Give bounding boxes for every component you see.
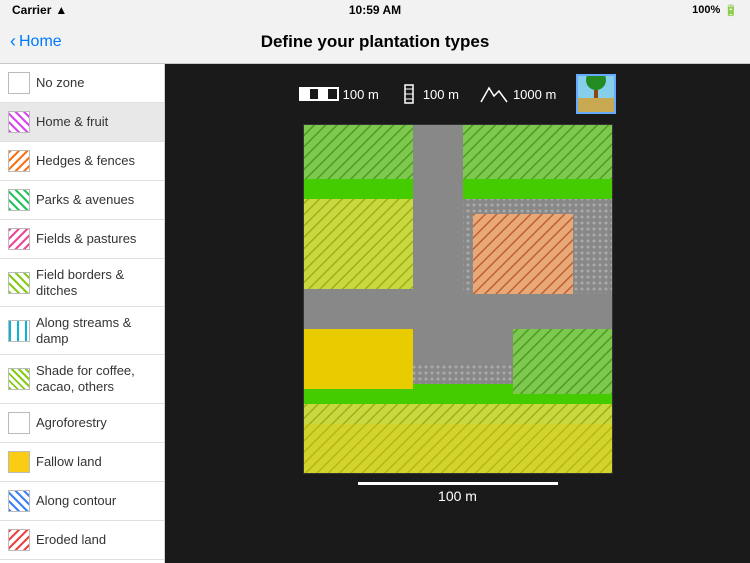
sidebar-label-hedges: Hedges & fences bbox=[36, 153, 135, 169]
swatch-no-zone bbox=[8, 72, 30, 94]
back-chevron-icon: ‹ bbox=[10, 31, 16, 52]
sidebar-item-fallow[interactable]: Fallow land bbox=[0, 443, 164, 482]
sidebar-label-fields: Fields & pastures bbox=[36, 231, 136, 247]
back-label: Home bbox=[19, 33, 62, 51]
swatch-agro bbox=[8, 412, 30, 434]
main-layout: No zone Home & fruit Hedges & fences Par… bbox=[0, 64, 750, 563]
back-button[interactable]: ‹ Home bbox=[10, 31, 62, 52]
bottom-scale-label: 100 m bbox=[438, 488, 477, 504]
sidebar-item-shade[interactable]: Shade for coffee, cacao, others bbox=[0, 355, 164, 403]
rod-icon bbox=[399, 84, 419, 104]
sidebar: No zone Home & fruit Hedges & fences Par… bbox=[0, 64, 165, 563]
nav-bar: ‹ Home Define your plantation types bbox=[0, 20, 750, 64]
map-thumbnail bbox=[576, 74, 616, 114]
sidebar-item-contour[interactable]: Along contour bbox=[0, 482, 164, 521]
sidebar-item-fields[interactable]: Fields & pastures bbox=[0, 220, 164, 259]
map-wrapper[interactable] bbox=[303, 124, 613, 474]
mountain-label: 1000 m bbox=[513, 87, 556, 102]
wifi-icon: ▲ bbox=[55, 3, 67, 17]
sidebar-label-streams: Along streams & damp bbox=[36, 315, 158, 346]
battery-label: 100% bbox=[692, 4, 720, 16]
content-area: 100 m 100 m 1000 m bbox=[165, 64, 750, 563]
sidebar-label-parks: Parks & avenues bbox=[36, 192, 134, 208]
scale-mountain-item: 1000 m bbox=[479, 84, 556, 104]
sidebar-item-no-zone[interactable]: No zone bbox=[0, 64, 164, 103]
sidebar-label-fallow: Fallow land bbox=[36, 454, 102, 470]
swatch-fallow bbox=[8, 451, 30, 473]
bottom-scale-bar bbox=[358, 482, 558, 485]
sidebar-item-parks[interactable]: Parks & avenues bbox=[0, 181, 164, 220]
swatch-contour bbox=[8, 490, 30, 512]
status-left: Carrier ▲ bbox=[12, 3, 67, 17]
swatch-eroded bbox=[8, 529, 30, 551]
scale-ruler-item: 100 m bbox=[299, 87, 379, 102]
scale-row: 100 m 100 m 1000 m bbox=[299, 74, 617, 114]
bottom-scale: 100 m bbox=[358, 482, 558, 504]
scale-rod-item: 100 m bbox=[399, 84, 459, 104]
status-right: 100% 🔋 bbox=[692, 4, 738, 17]
sidebar-item-natural[interactable]: In natural woodlots bbox=[0, 560, 164, 563]
mountain-icon bbox=[479, 84, 509, 104]
page-title: Define your plantation types bbox=[261, 32, 490, 52]
carrier-label: Carrier bbox=[12, 3, 51, 17]
sidebar-label-agro: Agroforestry bbox=[36, 415, 107, 431]
sidebar-item-agro[interactable]: Agroforestry bbox=[0, 404, 164, 443]
battery-icon: 🔋 bbox=[724, 4, 738, 17]
swatch-parks bbox=[8, 189, 30, 211]
sidebar-item-hedges[interactable]: Hedges & fences bbox=[0, 142, 164, 181]
swatch-field-borders bbox=[8, 272, 30, 294]
thumb-tree-trunk bbox=[594, 90, 598, 98]
status-time: 10:59 AM bbox=[349, 3, 401, 17]
sidebar-label-eroded: Eroded land bbox=[36, 532, 106, 548]
sidebar-item-streams[interactable]: Along streams & damp bbox=[0, 307, 164, 355]
sidebar-label-contour: Along contour bbox=[36, 493, 116, 509]
swatch-streams bbox=[8, 320, 30, 342]
ruler-label: 100 m bbox=[343, 87, 379, 102]
swatch-home-fruit bbox=[8, 111, 30, 133]
sidebar-item-eroded[interactable]: Eroded land bbox=[0, 521, 164, 560]
sidebar-label-no-zone: No zone bbox=[36, 75, 84, 91]
sidebar-item-field-borders[interactable]: Field borders & ditches bbox=[0, 259, 164, 307]
swatch-shade bbox=[8, 368, 30, 390]
sidebar-item-home-fruit[interactable]: Home & fruit bbox=[0, 103, 164, 142]
swatch-fields bbox=[8, 228, 30, 250]
ruler-icon bbox=[299, 87, 339, 101]
sidebar-label-field-borders: Field borders & ditches bbox=[36, 267, 158, 298]
status-bar: Carrier ▲ 10:59 AM 100% 🔋 bbox=[0, 0, 750, 20]
sidebar-label-home-fruit: Home & fruit bbox=[36, 114, 108, 130]
rod-label: 100 m bbox=[423, 87, 459, 102]
thumb-ground bbox=[578, 98, 614, 112]
sidebar-label-shade: Shade for coffee, cacao, others bbox=[36, 363, 158, 394]
swatch-hedges bbox=[8, 150, 30, 172]
map-canvas[interactable] bbox=[303, 124, 613, 474]
